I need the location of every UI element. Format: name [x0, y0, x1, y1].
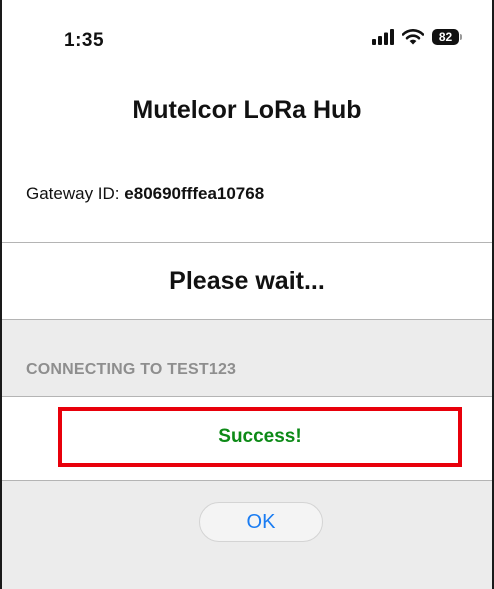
status-bar: 1:35 82	[2, 0, 492, 90]
gateway-id-label: Gateway ID:	[26, 184, 120, 203]
wifi-icon	[402, 29, 424, 45]
wait-message: Please wait...	[169, 267, 325, 295]
ok-button[interactable]: OK	[199, 502, 323, 542]
result-band: Success!	[2, 397, 492, 480]
page-title: Mutelcor LoRa Hub	[132, 96, 362, 124]
success-message: Success!	[218, 426, 302, 447]
divider	[2, 480, 492, 481]
cellular-signal-icon	[372, 29, 394, 45]
status-icons: 82	[372, 29, 462, 45]
gateway-id-row: Gateway ID: e80690fffea10768	[26, 182, 264, 206]
divider	[2, 319, 492, 320]
status-time: 1:35	[64, 30, 105, 51]
battery-tip	[460, 34, 462, 40]
gateway-id-value: e80690fffea10768	[124, 184, 265, 203]
success-message-box: Success!	[58, 407, 462, 467]
app-screen: 1:35 82 Mutelcor LoRa Hub Gateway ID: e8…	[0, 0, 494, 589]
battery-icon: 82	[432, 29, 462, 45]
connection-status-text: CONNECTING TO TEST123	[26, 361, 237, 378]
battery-level: 82	[432, 29, 459, 45]
